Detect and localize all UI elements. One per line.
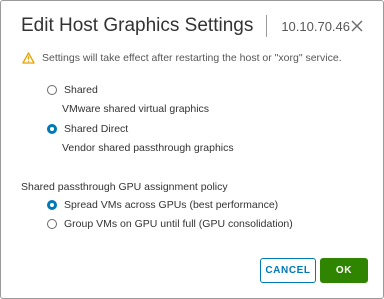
radio-shared[interactable]: Shared (47, 84, 98, 96)
host-address: 10.10.70.46 (281, 18, 351, 34)
radio-group-vms-circle[interactable] (47, 219, 57, 229)
ok-button[interactable]: OK (320, 258, 368, 283)
close-button[interactable] (347, 16, 367, 36)
radio-shared-direct[interactable]: Shared Direct (47, 123, 128, 135)
radio-group-vms-label: Group VMs on GPU until full (GPU consoli… (64, 218, 293, 230)
gpu-policy-title: Shared passthrough GPU assignment policy (21, 181, 228, 193)
radio-shared-direct-circle[interactable] (47, 124, 57, 134)
cancel-button[interactable]: CANCEL (260, 258, 316, 283)
radio-shared-label: Shared (64, 84, 98, 96)
warning-text: Settings will take effect after restarti… (42, 52, 342, 64)
radio-group-vms[interactable]: Group VMs on GPU until full (GPU consoli… (47, 218, 293, 230)
radio-spread-vms-circle[interactable] (47, 200, 57, 210)
title-divider (266, 15, 268, 37)
shared-direct-description: Vendor shared passthrough graphics (62, 142, 234, 154)
radio-shared-direct-label: Shared Direct (64, 123, 129, 135)
close-icon (351, 20, 363, 32)
radio-spread-vms[interactable]: Spread VMs across GPUs (best performance… (47, 199, 278, 211)
warning-triangle-icon (22, 52, 35, 64)
shared-description: VMware shared virtual graphics (62, 103, 210, 115)
dialog-header: Edit Host Graphics Settings 10.10.70.46 (21, 13, 371, 39)
edit-host-graphics-dialog: Edit Host Graphics Settings 10.10.70.46 … (0, 0, 384, 299)
radio-spread-vms-label: Spread VMs across GPUs (best performance… (64, 199, 279, 211)
radio-shared-circle[interactable] (47, 85, 57, 95)
restart-warning: Settings will take effect after restarti… (22, 52, 342, 64)
dialog-title: Edit Host Graphics Settings (21, 15, 254, 36)
